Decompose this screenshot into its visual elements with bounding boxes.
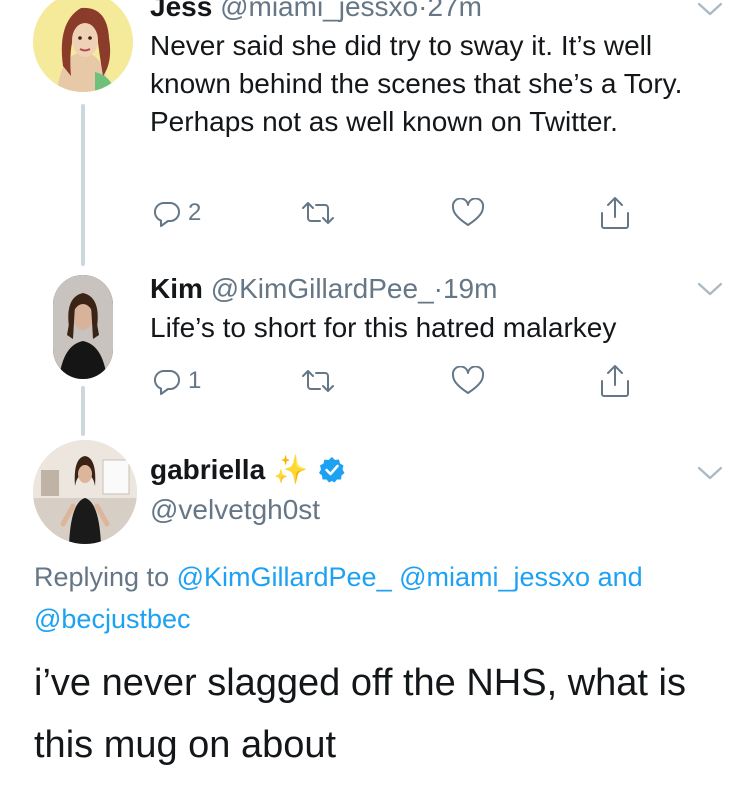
share-button[interactable]: [598, 363, 632, 399]
share-icon: [601, 365, 629, 397]
mention-link[interactable]: @KimGillardPee_: [177, 562, 392, 592]
retweet-button[interactable]: [300, 366, 336, 396]
tweet-header: Jess @miami_jessxo·27m: [150, 0, 482, 23]
reply-button[interactable]: 1: [152, 366, 201, 396]
like-icon: [451, 366, 485, 394]
user-handle[interactable]: @miami_jessxo: [220, 0, 418, 22]
verified-badge-icon: [318, 457, 345, 483]
like-button[interactable]: [451, 198, 485, 228]
like-button[interactable]: [451, 366, 485, 396]
mention-link[interactable]: @becjustbec: [34, 604, 191, 634]
user-handle[interactable]: @KimGillardPee_: [211, 273, 434, 304]
chevron-down-icon[interactable]: [695, 0, 725, 20]
replying-to-label: Replying to: [34, 562, 170, 592]
chevron-down-icon[interactable]: [695, 280, 725, 300]
like-icon: [451, 198, 485, 226]
tweet-header: Kim @KimGillardPee_·19m: [150, 273, 497, 305]
avatar-gabriella[interactable]: [33, 440, 137, 544]
replying-to: Replying to @KimGillardPee_ @miami_jessx…: [34, 556, 724, 640]
avatar-jess[interactable]: [33, 0, 133, 92]
retweet-button[interactable]: [300, 198, 336, 228]
thread-line-2: [81, 386, 85, 436]
display-name[interactable]: gabriella: [150, 454, 265, 485]
reply-count: 2: [188, 199, 202, 226]
reply-count: 1: [188, 367, 202, 394]
display-name[interactable]: Jess: [150, 0, 212, 22]
retweet-icon: [302, 202, 334, 224]
dot-separator: ·: [433, 273, 443, 304]
tweet-time[interactable]: 27m: [427, 0, 481, 22]
and-others-link[interactable]: and: [598, 562, 643, 592]
chevron-down-icon[interactable]: [695, 464, 725, 484]
tweet-text: Never said she did try to sway it. It’s …: [150, 30, 683, 137]
avatar-kim[interactable]: [53, 275, 113, 379]
reply-icon: [153, 369, 180, 395]
reply-button[interactable]: 2: [152, 198, 201, 228]
focused-name-row: gabriella ✨: [150, 454, 346, 486]
thread-line-1: [81, 104, 85, 266]
retweet-icon: [302, 370, 334, 392]
sparkle-emoji: ✨: [272, 454, 308, 485]
reply-icon: [153, 201, 180, 227]
tweet-time[interactable]: 19m: [443, 273, 497, 304]
display-name[interactable]: Kim: [150, 273, 203, 304]
share-button[interactable]: [598, 195, 632, 231]
share-icon: [601, 197, 629, 229]
tweet-text: Life’s to short for this hatred malarkey: [150, 312, 617, 343]
focused-tweet-text: i’ve never slagged off the NHS, what is …: [34, 662, 686, 766]
user-handle[interactable]: @velvetgh0st: [150, 494, 320, 526]
mention-link[interactable]: @miami_jessxo: [399, 562, 590, 592]
